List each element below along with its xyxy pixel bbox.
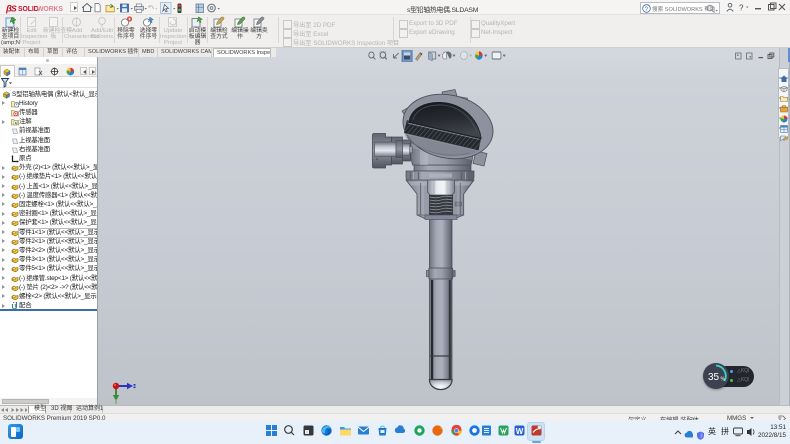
svg-text:SOLID: SOLID [18,6,39,13]
svg-text:WORKS: WORKS [37,6,63,13]
svg-text:W: W [516,427,524,436]
svg-text:S: S [11,4,17,14]
svg-text:%: % [721,377,726,383]
svg-text:?: ? [739,4,744,13]
svg-text:35: 35 [708,372,720,383]
